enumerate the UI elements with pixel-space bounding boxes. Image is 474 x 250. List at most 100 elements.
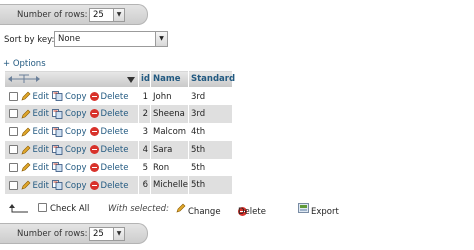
- arrow-up-left-icon: [9, 204, 28, 213]
- copy-icon: [52, 162, 63, 173]
- column-header-standard[interactable]: Standard: [188, 70, 235, 88]
- check-all-label[interactable]: Check All: [50, 204, 89, 214]
- row-checkbox[interactable]: [8, 91, 18, 101]
- rows-count-value: 25: [93, 10, 104, 20]
- delete-link[interactable]: Delete: [89, 180, 129, 191]
- pencil-icon: [21, 180, 30, 190]
- row-checkbox[interactable]: [8, 145, 18, 155]
- export-icon: [298, 203, 309, 213]
- rows-count-select[interactable]: 25 ▼: [89, 227, 125, 241]
- change-button[interactable]: Change: [176, 203, 221, 217]
- row-actions-cell: Edit Copy Delete: [4, 87, 139, 106]
- table-header-row: id Name Standard: [4, 70, 235, 88]
- copy-link[interactable]: Copy: [52, 162, 87, 173]
- pencil-icon: [21, 127, 30, 137]
- with-selected-label: With selected:: [108, 204, 169, 214]
- pencil-icon: [21, 109, 30, 119]
- delete-selected-label: Delete: [238, 207, 266, 217]
- edit-link[interactable]: Edit: [21, 127, 49, 137]
- delete-icon: [89, 91, 99, 101]
- export-label: Export: [311, 207, 339, 217]
- id-cell: 5: [138, 158, 151, 177]
- row-actions-cell: Edit Copy Delete: [4, 158, 139, 177]
- standard-cell: 5th: [188, 158, 233, 177]
- delete-icon: [89, 180, 99, 190]
- export-button[interactable]: Export: [298, 203, 339, 217]
- sort-by-key-select[interactable]: None ▼: [54, 31, 168, 47]
- table-row: Edit Copy Delete 5 Ron 5th: [4, 158, 233, 177]
- copy-link[interactable]: Copy: [52, 180, 87, 191]
- delete-icon: [89, 109, 99, 119]
- pencil-icon: [21, 162, 30, 172]
- copy-label: Copy: [64, 127, 87, 138]
- copy-link[interactable]: Copy: [52, 126, 87, 138]
- copy-icon: [52, 91, 63, 102]
- chevron-down-icon: ▼: [113, 9, 124, 21]
- table-row: Edit Copy Delete 6 Michelle 5th: [4, 176, 233, 195]
- name-cell: Sara: [150, 140, 189, 159]
- name-cell: Malcom: [150, 123, 189, 141]
- delete-link[interactable]: Delete: [89, 162, 128, 173]
- rows-count-label: Number of rows:: [17, 229, 88, 239]
- id-cell: 1: [138, 87, 151, 106]
- table-row: Edit Copy Delete 1 John 3rd: [4, 87, 233, 106]
- row-checkbox[interactable]: [8, 162, 18, 172]
- copy-icon: [52, 180, 63, 191]
- sort-dropdown-icon[interactable]: [127, 77, 135, 83]
- standard-cell: 5th: [188, 140, 233, 159]
- edit-label: Edit: [32, 127, 49, 138]
- row-checkbox[interactable]: [8, 180, 18, 190]
- copy-icon: [52, 144, 63, 155]
- edit-link[interactable]: Edit: [21, 181, 49, 191]
- edit-label: Edit: [32, 91, 49, 102]
- name-cell: Michelle: [150, 176, 189, 195]
- copy-link[interactable]: Copy: [52, 144, 87, 155]
- edit-link[interactable]: Edit: [21, 109, 49, 119]
- sort-by-key-value: None: [58, 34, 81, 44]
- standard-cell: 5th: [188, 176, 233, 195]
- delete-icon: [89, 162, 99, 172]
- edit-link[interactable]: Edit: [21, 145, 49, 155]
- copy-link[interactable]: Copy: [52, 109, 87, 119]
- edit-label: Edit: [32, 145, 49, 156]
- copy-icon: [52, 109, 63, 119]
- delete-link[interactable]: Delete: [89, 109, 128, 119]
- edit-link[interactable]: Edit: [21, 163, 49, 173]
- row-checkbox[interactable]: [8, 109, 18, 119]
- delete-label: Delete: [100, 180, 129, 191]
- chevron-down-icon: ▼: [113, 228, 124, 240]
- row-actions-cell: Edit Copy Delete: [4, 105, 139, 124]
- copy-label: Copy: [64, 109, 87, 120]
- check-all-checkbox[interactable]: [38, 203, 47, 212]
- results-table: id Name Standard Edit Copy Delete 1 John 3rd E…: [4, 70, 235, 195]
- pencil-icon: [21, 91, 30, 101]
- column-header-name[interactable]: Name: [150, 70, 189, 88]
- column-resize-arrows-icon[interactable]: [7, 74, 41, 84]
- table-row: Edit Copy Delete 3 Malcom 4th: [4, 123, 233, 141]
- edit-link[interactable]: Edit: [21, 92, 49, 102]
- options-link[interactable]: + Options: [3, 59, 46, 69]
- rows-count-select[interactable]: 25 ▼: [89, 8, 125, 22]
- bottom-navigation-bar: Number of rows: 25 ▼: [0, 223, 148, 244]
- column-header-id[interactable]: id: [138, 70, 151, 88]
- delete-link[interactable]: Delete: [89, 145, 128, 155]
- id-cell: 3: [138, 123, 151, 141]
- delete-link[interactable]: Delete: [89, 91, 128, 102]
- id-cell: 6: [138, 176, 151, 195]
- row-checkbox[interactable]: [8, 127, 18, 137]
- column-arrows-header: [4, 70, 139, 88]
- pencil-icon: [21, 145, 30, 155]
- standard-cell: 4th: [188, 123, 233, 141]
- delete-link[interactable]: Delete: [89, 127, 128, 137]
- bulk-actions-bar: Check All With selected: Change Delete E…: [0, 200, 474, 218]
- chevron-down-icon: ▼: [155, 32, 167, 46]
- name-cell: John: [150, 87, 189, 106]
- row-actions-cell: Edit Copy Delete: [4, 140, 139, 159]
- row-actions-cell: Edit Copy Delete: [4, 176, 139, 195]
- edit-label: Edit: [32, 180, 49, 191]
- id-cell: 2: [138, 105, 151, 124]
- edit-label: Edit: [32, 162, 49, 173]
- copy-link[interactable]: Copy: [52, 91, 87, 102]
- pencil-icon: [176, 203, 186, 213]
- edit-label: Edit: [32, 109, 49, 120]
